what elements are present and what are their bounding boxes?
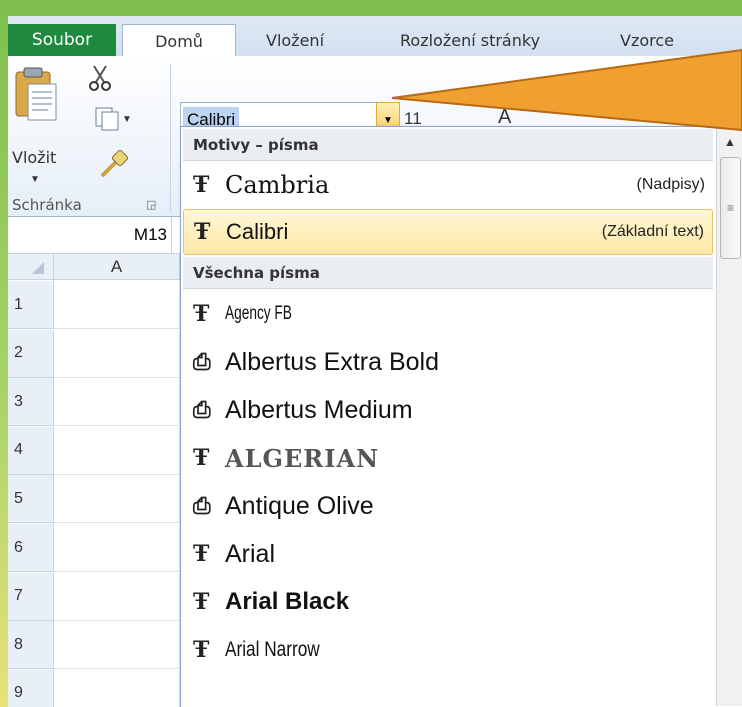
font-item-name: Arial Narrow [225, 638, 320, 661]
clipboard-group-label: Schránka [12, 196, 82, 214]
font-item-name: Albertus Medium [225, 395, 413, 424]
scroll-up-icon[interactable]: ▲ [717, 127, 742, 157]
cell[interactable] [54, 378, 180, 427]
font-item-name: Antique Olive [225, 491, 374, 520]
truetype-icon: Ŧ [193, 541, 210, 567]
tab-formulas[interactable]: Vzorce [620, 24, 674, 56]
font-item-name: Arial [225, 539, 276, 568]
clipboard-group: Vložit ▼ ▼ Schránka ◲ [8, 56, 168, 216]
font-item-albertus-medium[interactable]: ⎙ Albertus Medium [183, 387, 713, 433]
font-item-name: Albertus Extra Bold [225, 347, 439, 376]
tab-file[interactable]: Soubor [8, 24, 116, 56]
tab-home[interactable]: Domů [122, 24, 236, 58]
chevron-down-icon: ▼ [383, 114, 393, 126]
font-item-arial-black[interactable]: Ŧ Arial Black [183, 579, 713, 625]
font-item-antique-olive[interactable]: ⎙ Antique Olive [183, 483, 713, 529]
font-item-arial[interactable]: Ŧ Arial [183, 531, 713, 577]
font-item-name: Cambria [225, 171, 330, 199]
select-all-corner[interactable] [8, 254, 54, 280]
row-header[interactable]: 8 [8, 621, 54, 670]
cell[interactable] [54, 475, 180, 524]
format-painter-icon[interactable] [98, 150, 128, 180]
font-item-name: Arial Black [225, 588, 350, 615]
cell[interactable] [54, 669, 180, 707]
paste-dropdown-icon[interactable]: ▼ [30, 174, 40, 185]
theme-fonts-header: Motivy – písma [183, 129, 713, 161]
font-item-calibri[interactable]: Ŧ Calibri (Základní text) [183, 209, 713, 255]
dialog-launcher-icon[interactable]: ◲ [146, 198, 156, 211]
group-separator [170, 64, 171, 212]
scroll-thumb[interactable]: ≡ [720, 157, 741, 259]
row-header[interactable]: 1 [8, 281, 54, 329]
truetype-icon: Ŧ [194, 219, 211, 245]
row-header[interactable]: 4 [8, 426, 54, 475]
truetype-icon: Ŧ [193, 445, 210, 471]
font-item-name: Agency FB [225, 303, 292, 324]
font-item-albertus-extra-bold[interactable]: ⎙ Albertus Extra Bold [183, 339, 713, 385]
row-header[interactable]: 7 [8, 572, 54, 621]
truetype-icon: Ŧ [193, 637, 210, 663]
font-item-cambria[interactable]: Ŧ Cambria (Nadpisy) [183, 162, 713, 208]
excel-window: Soubor Domů Vložení Rozložení stránky Vz… [8, 16, 742, 707]
ribbon-tab-bar: Soubor Domů Vložení Rozložení stránky Vz… [8, 16, 742, 58]
truetype-icon: Ŧ [193, 589, 210, 615]
truetype-icon: Ŧ [193, 172, 210, 198]
row-header[interactable]: 9 [8, 669, 54, 707]
cell[interactable] [54, 524, 180, 572]
tab-insert[interactable]: Vložení [266, 24, 324, 56]
font-item-agency-fb[interactable]: Ŧ Agency FB [183, 291, 713, 337]
copy-icon[interactable]: ▼ [94, 106, 130, 132]
column-header-a[interactable]: A [54, 254, 180, 280]
cell[interactable] [54, 329, 180, 378]
row-header[interactable]: 3 [8, 378, 54, 427]
cell[interactable] [54, 281, 180, 329]
dropdown-scrollbar[interactable]: ▲ ≡ [716, 127, 742, 706]
row-header[interactable]: 5 [8, 475, 54, 524]
paste-icon[interactable] [14, 66, 58, 122]
cell[interactable] [54, 426, 180, 475]
tab-page-layout[interactable]: Rozložení stránky [400, 24, 540, 56]
printer-font-icon: ⎙ [193, 397, 211, 423]
row-header[interactable]: 6 [8, 524, 54, 572]
font-item-name: ALGERIAN [225, 443, 380, 473]
font-item-arial-narrow[interactable]: Ŧ Arial Narrow [183, 627, 713, 673]
cell[interactable] [54, 621, 180, 670]
font-item-algerian[interactable]: Ŧ ALGERIAN [183, 435, 713, 481]
all-fonts-header: Všechna písma [183, 257, 713, 289]
printer-font-icon: ⎙ [193, 493, 211, 519]
svg-text:▼: ▼ [122, 114, 130, 125]
printer-font-icon: ⎙ [193, 349, 211, 375]
font-dropdown-list: Motivy – písma Ŧ Cambria (Nadpisy) Ŧ Cal… [180, 126, 742, 707]
font-item-name: Calibri [226, 219, 289, 244]
name-box[interactable]: M13 [8, 217, 172, 253]
cut-icon[interactable] [88, 64, 112, 92]
cell[interactable] [54, 572, 180, 621]
truetype-icon: Ŧ [193, 301, 210, 327]
font-item-tag: (Nadpisy) [636, 176, 705, 193]
paste-label[interactable]: Vložit [12, 148, 56, 167]
font-item-tag: (Základní text) [601, 223, 704, 240]
row-header[interactable]: 2 [8, 329, 54, 378]
